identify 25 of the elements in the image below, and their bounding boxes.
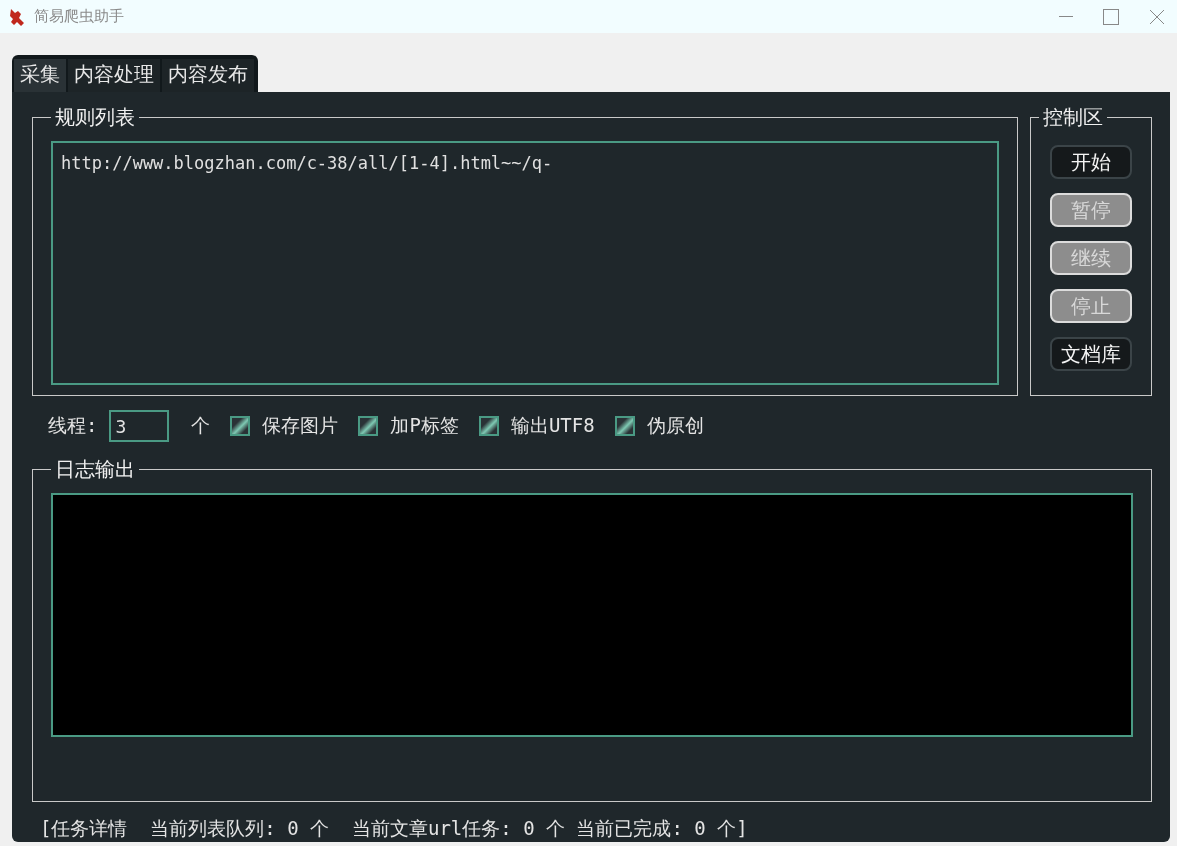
control-button[interactable]: 文档库 <box>1050 337 1132 371</box>
threads-input-field[interactable]: 3 <box>109 410 170 442</box>
checkbox[interactable] <box>614 416 635 436</box>
checkbox-label: 输出UTF8 <box>510 413 595 438</box>
group-title: 日志输出 <box>54 456 136 483</box>
tab[interactable]: 采集 <box>14 59 66 92</box>
rule-input-field[interactable]: http://www.blogzhan.com/c-38/all/[1-4].html~~/q- <box>51 141 999 385</box>
checkbox[interactable] <box>478 416 499 436</box>
maximize-icon[interactable] <box>1103 8 1119 25</box>
group-title: 规则列表 <box>54 104 136 131</box>
checkbox[interactable] <box>230 416 251 436</box>
threads-unit: 个 <box>191 413 211 438</box>
control-button[interactable]: 开始 <box>1050 145 1132 179</box>
checkbox-label: 加P标签 <box>390 413 459 438</box>
checkbox-label: 保存图片 <box>262 413 339 438</box>
close-icon[interactable] <box>1149 8 1165 25</box>
checkbox[interactable] <box>358 416 379 436</box>
checkbox-label: 伪原创 <box>646 413 704 438</box>
minimize-icon[interactable] <box>1059 15 1073 18</box>
group-title: 控制区 <box>1042 104 1104 131</box>
status-text: [任务详情 当前列表队列: 0 个 当前文章url任务: 0 个 当前已完成: 0 个] <box>39 816 749 841</box>
threads-label: 线程: <box>48 413 98 438</box>
window-title: 简易爬虫助手 <box>34 7 124 26</box>
tab[interactable]: 内容发布 <box>162 59 254 92</box>
tab[interactable]: 内容处理 <box>68 59 160 92</box>
